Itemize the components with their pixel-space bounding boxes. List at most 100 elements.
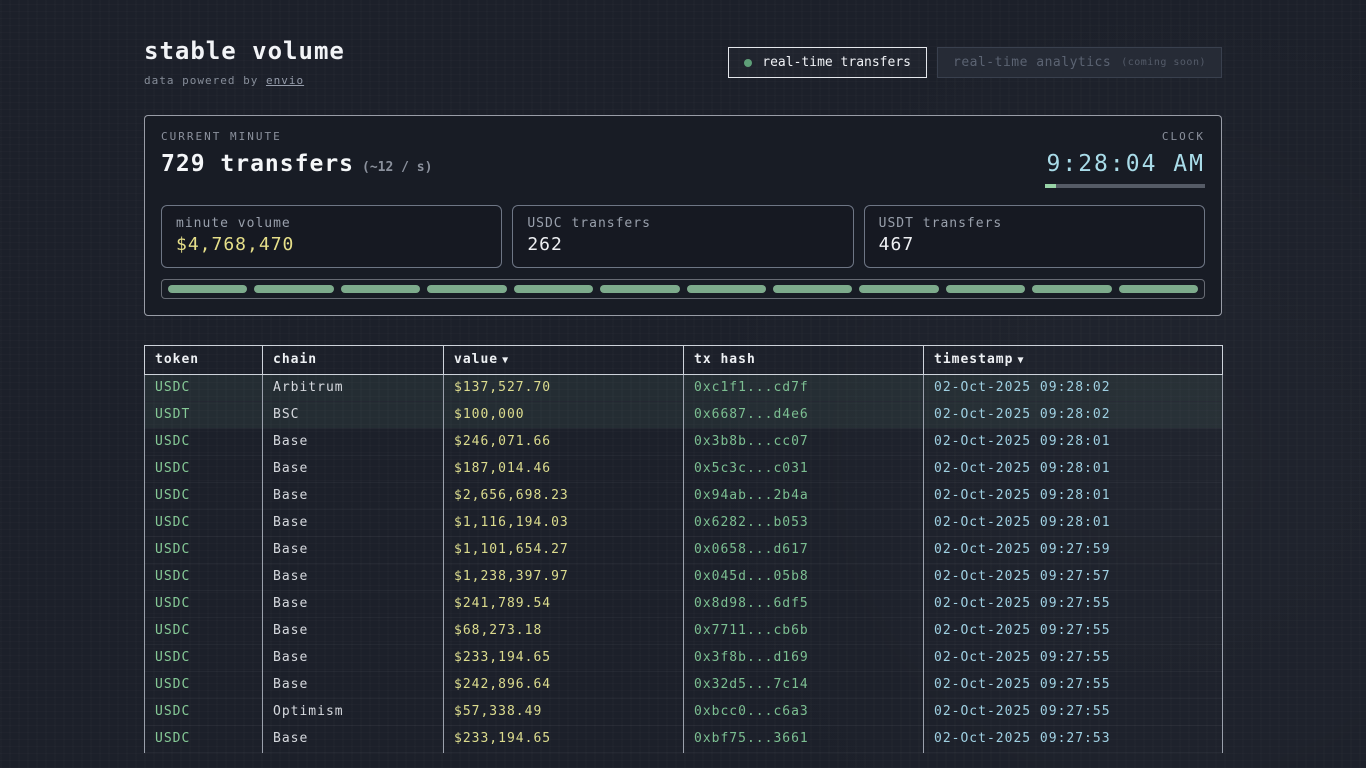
page-subtitle: data powered by envio [144,74,345,87]
token-cell: USDC [145,618,263,645]
tx-hash-link[interactable]: 0x8d98...6df5 [684,591,924,618]
current-minute-panel: CURRENT MINUTE 729 transfers (~12 / s) C… [144,115,1222,316]
column-header-token[interactable]: token [145,346,263,375]
tab-label: real-time analytics [953,55,1111,70]
column-header-timestamp[interactable]: timestamp▼ [924,346,1223,375]
main-content: stable volume data powered by envio real… [144,0,1222,753]
page-title: stable volume [144,37,345,65]
minute-progress-fill [1045,184,1056,188]
value-cell: $1,101,654.27 [444,537,684,564]
token-cell: USDC [145,699,263,726]
activity-segment [427,285,506,293]
table-row: USDCBase$1,116,194.030x6282...b05302-Oct… [145,510,1223,537]
table-row: USDCBase$233,194.650x3f8b...d16902-Oct-2… [145,645,1223,672]
tx-hash-link[interactable]: 0x94ab...2b4a [684,483,924,510]
token-cell: USDC [145,537,263,564]
value-cell: $242,896.64 [444,672,684,699]
chain-cell: Optimism [263,699,444,726]
value-cell: $233,194.65 [444,645,684,672]
timestamp-cell: 02-Oct-2025 09:28:02 [924,375,1223,402]
timestamp-cell: 02-Oct-2025 09:27:53 [924,726,1223,753]
activity-segment [600,285,679,293]
sort-down-icon: ▼ [1017,355,1024,366]
activity-segment [773,285,852,293]
tx-hash-link[interactable]: 0x7711...cb6b [684,618,924,645]
clock-time: 9:28:04 AM [1045,151,1205,177]
token-cell: USDC [145,375,263,402]
value-cell: $57,338.49 [444,699,684,726]
column-header-value[interactable]: value▼ [444,346,684,375]
title-block: stable volume data powered by envio [144,37,345,87]
tx-hash-link[interactable]: 0x045d...05b8 [684,564,924,591]
token-cell: USDC [145,456,263,483]
transfers-table-body: USDCArbitrum$137,527.700xc1f1...cd7f02-O… [145,375,1223,753]
value-cell: $1,238,397.97 [444,564,684,591]
tab-real-time-analytics: real-time analytics (coming soon) [937,47,1222,78]
transfers-count: 729 transfers [161,151,354,177]
activity-segment [687,285,766,293]
tx-hash-link[interactable]: 0xc1f1...cd7f [684,375,924,402]
table-row: USDCBase$233,194.650xbf75...366102-Oct-2… [145,726,1223,753]
activity-segment-bar [161,279,1205,299]
chain-cell: Base [263,645,444,672]
token-cell: USDT [145,402,263,429]
table-row: USDCBase$2,656,698.230x94ab...2b4a02-Oct… [145,483,1223,510]
chain-cell: Base [263,564,444,591]
tx-hash-link[interactable]: 0x0658...d617 [684,537,924,564]
value-cell: $68,273.18 [444,618,684,645]
value-cell: $100,000 [444,402,684,429]
sort-down-icon: ▼ [502,355,509,366]
timestamp-cell: 02-Oct-2025 09:28:02 [924,402,1223,429]
tx-hash-link[interactable]: 0xbcc0...c6a3 [684,699,924,726]
token-cell: USDC [145,429,263,456]
column-header-chain[interactable]: chain [263,346,444,375]
tx-hash-link[interactable]: 0x6687...d4e6 [684,402,924,429]
coming-soon-badge: (coming soon) [1121,57,1206,68]
stat-card-label: minute volume [176,216,487,231]
table-row: USDCOptimism$57,338.490xbcc0...c6a302-Oc… [145,699,1223,726]
chain-cell: Base [263,618,444,645]
timestamp-cell: 02-Oct-2025 09:27:55 [924,591,1223,618]
stat-card-minute-volume: minute volume $4,768,470 [161,205,502,268]
activity-segment [254,285,333,293]
chain-cell: Arbitrum [263,375,444,402]
table-row: USDCBase$246,071.660x3b8b...cc0702-Oct-2… [145,429,1223,456]
tab-real-time-transfers[interactable]: real-time transfers [728,47,927,78]
chain-cell: Base [263,429,444,456]
column-header-tx-hash[interactable]: tx hash [684,346,924,375]
table-row: USDCBase$1,101,654.270x0658...d61702-Oct… [145,537,1223,564]
tx-hash-link[interactable]: 0x6282...b053 [684,510,924,537]
token-cell: USDC [145,564,263,591]
transfers-table: token chain value▼ tx hash timestamp▼ US… [144,345,1223,753]
timestamp-cell: 02-Oct-2025 09:27:57 [924,564,1223,591]
token-cell: USDC [145,645,263,672]
stat-cards: minute volume $4,768,470 USDC transfers … [161,205,1205,268]
stat-card-label: USDC transfers [527,216,838,231]
value-cell: $2,656,698.23 [444,483,684,510]
table-row: USDCArbitrum$137,527.700xc1f1...cd7f02-O… [145,375,1223,402]
activity-segment [1119,285,1198,293]
timestamp-cell: 02-Oct-2025 09:28:01 [924,429,1223,456]
stat-card-value: $4,768,470 [176,234,487,255]
subtitle-text: data powered by [144,74,266,87]
minute-progress-bar [1045,184,1205,188]
tx-hash-link[interactable]: 0xbf75...3661 [684,726,924,753]
tx-hash-link[interactable]: 0x5c3c...c031 [684,456,924,483]
tx-hash-link[interactable]: 0x32d5...7c14 [684,672,924,699]
table-row: USDTBSC$100,0000x6687...d4e602-Oct-2025 … [145,402,1223,429]
token-cell: USDC [145,510,263,537]
chain-cell: Base [263,483,444,510]
tx-hash-link[interactable]: 0x3f8b...d169 [684,645,924,672]
tab-label: real-time transfers [762,55,911,70]
value-cell: $187,014.46 [444,456,684,483]
timestamp-cell: 02-Oct-2025 09:28:01 [924,510,1223,537]
current-minute-label: CURRENT MINUTE [161,130,432,143]
tx-hash-link[interactable]: 0x3b8b...cc07 [684,429,924,456]
activity-segment [1032,285,1111,293]
envio-link[interactable]: envio [266,74,304,87]
timestamp-cell: 02-Oct-2025 09:27:55 [924,699,1223,726]
token-cell: USDC [145,672,263,699]
value-cell: $1,116,194.03 [444,510,684,537]
token-cell: USDC [145,483,263,510]
activity-segment [341,285,420,293]
